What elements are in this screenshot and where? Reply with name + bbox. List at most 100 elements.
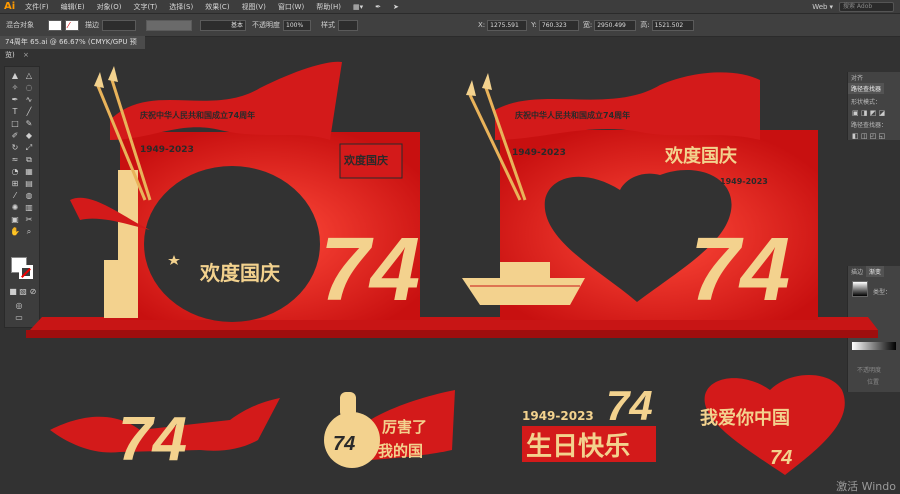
- menu-view[interactable]: 视图(V): [242, 2, 266, 12]
- gradient-type-label: 类型：: [873, 289, 892, 296]
- stroke-swatch[interactable]: ⁄: [65, 19, 79, 31]
- tab-gradient[interactable]: 渐变: [866, 266, 885, 277]
- lasso-icon[interactable]: ◌: [23, 83, 35, 93]
- type-tool-icon[interactable]: T: [9, 107, 21, 117]
- pathfinder-panel: 对齐路径查找器 形状模式： ▣ ◨ ◩ ◪ 路径查找器： ◧ ◫ ◰ ◱: [847, 72, 900, 140]
- pen-icon[interactable]: ✒: [375, 3, 381, 11]
- gradient-tool-icon[interactable]: ▤: [23, 179, 35, 189]
- selection-type-label: 混合对象: [6, 21, 34, 29]
- none-mode-icon[interactable]: ⊘: [27, 287, 39, 297]
- direct-selection-tool-icon[interactable]: △: [23, 71, 35, 81]
- h-field-label: 高:: [640, 21, 650, 29]
- document-tab[interactable]: 74周年 65.ai @ 66.67% (CMYK/GPU 预览) ×: [0, 36, 145, 59]
- pathfinder-label: 路径查找器：: [851, 122, 888, 129]
- gradient-opacity-label: 不透明度: [857, 367, 882, 374]
- blend-tool-icon[interactable]: ◍: [23, 191, 35, 201]
- minus-front-icon[interactable]: ◨: [861, 109, 868, 117]
- left-arch: 欢度国庆 74 庆祝中华人民共和国成立74周年 1949-2023 欢度国庆: [70, 61, 420, 322]
- search-input[interactable]: 搜索 Adob: [839, 1, 894, 12]
- variable-width-field[interactable]: [146, 19, 192, 31]
- left-arch-number: 74: [320, 220, 420, 320]
- x-field[interactable]: 1275.591: [487, 19, 528, 31]
- line-tool-icon[interactable]: ╱: [23, 107, 35, 117]
- divide-icon[interactable]: ◧: [852, 132, 859, 140]
- merge-icon[interactable]: ◰: [870, 132, 877, 140]
- menu-type[interactable]: 文字(T): [134, 2, 158, 12]
- shape-builder-icon[interactable]: ◔: [9, 167, 21, 177]
- draw-mode-icon[interactable]: ◎: [13, 301, 25, 311]
- y-field[interactable]: 760.323: [538, 19, 579, 31]
- screen-mode-icon[interactable]: ▭: [13, 313, 25, 323]
- gradient-preview[interactable]: [852, 281, 868, 297]
- mesh-tool-icon[interactable]: ⊞: [9, 179, 21, 189]
- menu-select[interactable]: 选择(S): [169, 2, 193, 12]
- windows-activation-watermark: 激活 Windo: [836, 480, 896, 493]
- selection-tool-icon[interactable]: ▲: [9, 71, 21, 81]
- pencil-icon[interactable]: ✐: [9, 131, 21, 141]
- graph-tool-icon[interactable]: ▥: [23, 203, 35, 213]
- tab-align[interactable]: 对齐: [848, 72, 866, 83]
- unite-icon[interactable]: ▣: [852, 109, 859, 117]
- opacity-label: 不透明度: [252, 21, 280, 29]
- thumb-line1: 厉害了: [382, 418, 427, 436]
- birthday-text: 生日快乐: [526, 432, 630, 462]
- thumb-number: 74: [333, 433, 355, 455]
- share-icon[interactable]: ➤: [393, 3, 399, 11]
- scale-tool-icon[interactable]: ⤢: [23, 143, 35, 153]
- symbol-sprayer-icon[interactable]: ✺: [9, 203, 21, 213]
- eyedropper-icon[interactable]: ⁄: [9, 191, 21, 201]
- left-arch-banner: 庆祝中华人民共和国成立74周年: [139, 110, 255, 120]
- thumbs-up-badge: 74 厉害了 我的国: [324, 390, 455, 468]
- eraser-icon[interactable]: ◆: [23, 131, 35, 141]
- intersect-icon[interactable]: ◩: [870, 109, 877, 117]
- chevron-down-icon[interactable]: ▾: [829, 3, 833, 11]
- pen-tool-icon[interactable]: ✒: [9, 95, 21, 105]
- slice-tool-icon[interactable]: ✂: [23, 215, 35, 225]
- ribbon-number: 74: [118, 405, 187, 474]
- curvature-tool-icon[interactable]: ∿: [23, 95, 35, 105]
- left-arch-greeting: 欢度国庆: [199, 261, 280, 285]
- menu-edit[interactable]: 编辑(E): [61, 2, 85, 12]
- rotate-tool-icon[interactable]: ↻: [9, 143, 21, 153]
- menu-effect[interactable]: 效果(C): [205, 2, 229, 12]
- magic-wand-icon[interactable]: ✧: [9, 83, 21, 93]
- base-platform: [26, 317, 878, 338]
- menu-file[interactable]: 文件(F): [25, 2, 49, 12]
- menu-help[interactable]: 帮助(H): [316, 2, 341, 12]
- opacity-field[interactable]: 100%: [283, 19, 311, 31]
- zoom-tool-icon[interactable]: ⌕: [23, 227, 35, 237]
- layout-icon[interactable]: ▦▾: [353, 3, 363, 11]
- exclude-icon[interactable]: ◪: [879, 109, 886, 117]
- heart-number: 74: [770, 447, 792, 469]
- stroke-weight-field[interactable]: [102, 19, 136, 31]
- thumb-line2: 我的国: [378, 442, 423, 460]
- red-boat: [462, 262, 585, 305]
- perspective-grid-icon[interactable]: ▦: [23, 167, 35, 177]
- width-tool-icon[interactable]: ≈: [9, 155, 21, 165]
- hand-tool-icon[interactable]: ✋: [9, 227, 21, 237]
- h-field[interactable]: 1521.502: [651, 19, 694, 31]
- heart-text: 我爱你中国: [700, 407, 790, 429]
- tab-pathfinder[interactable]: 路径查找器: [848, 83, 885, 94]
- w-field[interactable]: 2950.499: [594, 19, 637, 31]
- style-field[interactable]: [338, 19, 358, 31]
- birthday-number: 74: [606, 382, 653, 429]
- free-transform-icon[interactable]: ⧉: [23, 155, 35, 165]
- crop-icon[interactable]: ◱: [879, 132, 886, 140]
- shape-mode-label: 形状模式：: [851, 99, 882, 106]
- artboard-tool-icon[interactable]: ▣: [9, 215, 21, 225]
- artwork-canvas[interactable]: 欢度国庆 74 庆祝中华人民共和国成立74周年 1949-2023 欢度国庆 庆…: [0, 0, 900, 494]
- menu-window[interactable]: 窗口(W): [278, 2, 304, 12]
- tools-panel: ▲ △ ✧ ◌ ✒ ∿ T ╱ □ ✎ ✐ ◆ ↻ ⤢ ≈ ⧉ ◔ ▦ ⊞ ▤ …: [4, 66, 40, 328]
- tab-stroke[interactable]: 描边: [848, 266, 866, 277]
- gradient-panel: 描边 渐变 类型： 不透明度 位置: [847, 266, 900, 392]
- menu-object[interactable]: 对象(O): [97, 2, 122, 12]
- workspace-switcher[interactable]: Web: [812, 3, 827, 11]
- trim-icon[interactable]: ◫: [861, 132, 868, 140]
- rectangle-tool-icon[interactable]: □: [9, 119, 21, 129]
- gradient-slider[interactable]: [852, 342, 896, 350]
- stroke-style-field[interactable]: 基本: [200, 19, 246, 31]
- paintbrush-icon[interactable]: ✎: [23, 119, 35, 129]
- fill-swatch[interactable]: [48, 19, 62, 31]
- close-icon[interactable]: ×: [23, 51, 29, 59]
